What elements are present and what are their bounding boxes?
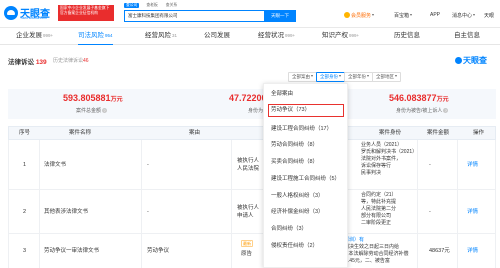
dropdown-item-labor-dispute[interactable]: 劳动争议（73） xyxy=(271,106,310,114)
scope-tab-relation[interactable]: 查关系 xyxy=(165,3,178,8)
filter-case-cause[interactable]: 全部案由 xyxy=(288,72,317,82)
tab-intellectual-property[interactable]: 知识产权999+ xyxy=(322,28,359,45)
table-header: 序号 案件名称 案由 案件身份 案件金额 操作 xyxy=(8,126,496,140)
tab-enterprise-development[interactable]: 企业发展999+ xyxy=(16,28,53,45)
chevron-down-icon xyxy=(339,75,341,77)
scope-tab-boss[interactable]: 查老板 xyxy=(145,3,158,8)
case-snippet: 业务人员（2021） 罗氏和解判决书（2021） 法院对外书案件， 诉讼保存等行… xyxy=(361,142,418,176)
filter-identity[interactable]: 全部身份 xyxy=(316,72,345,82)
tab-company-development[interactable]: 公司发展 xyxy=(204,28,231,45)
historical-lawsuit-link[interactable]: 历史法律诉讼46 xyxy=(53,57,89,64)
tab-history[interactable]: 历史信息 xyxy=(394,28,421,45)
help-icon[interactable]: ? xyxy=(102,108,108,113)
brand-watermark: 天眼查 xyxy=(455,55,487,66)
table-row: 3 劳动争议一审法律文书 劳动争议 最新 原告 晨公司（深圳）有 公司于本判决生… xyxy=(8,234,496,268)
tab-self-info[interactable]: 自主信息 xyxy=(454,28,481,45)
dropdown-item-contract[interactable]: 合同纠纷（3） xyxy=(271,225,307,233)
search-scope-tabs: 查公司 查老板 查关系 xyxy=(124,3,178,8)
col-amount: 案件金额 xyxy=(427,130,450,136)
table-row: 2 其他表涉法律文书 - 被执行人 申请人 合同约定（21） 等，特此补充提 人… xyxy=(8,190,496,234)
detail-link[interactable]: 详情 xyxy=(467,247,478,255)
help-icon[interactable]: ? xyxy=(443,108,449,113)
col-index: 序号 xyxy=(19,130,31,136)
category-tabs: 企业发展999+ 司法风险954 经营风险31 公司发展 经营状况999+ 知识… xyxy=(0,28,500,45)
case-snippet: 合同约定（21） 等，特此补充提 人民法院第二分 部分有限公司 二审阶段更正 xyxy=(361,192,397,226)
app-link[interactable]: APP xyxy=(430,12,440,18)
party-role: 被执行人 xyxy=(237,158,260,164)
dropdown-item-tort-liability[interactable]: 侵权责任纠纷（2） xyxy=(271,242,318,250)
dropdown-item-construction-contract[interactable]: 建设工程合同纠纷（17） xyxy=(271,125,332,133)
filter-region[interactable]: 全部地区 xyxy=(372,72,401,82)
table-row: 1 法律文书 - 被执行人 人民法院 业务人员（2021） 罗氏和解判决书（20… xyxy=(8,140,496,190)
section-title: 法律诉讼 139 xyxy=(8,59,47,66)
chevron-down-icon xyxy=(395,75,397,77)
cert-line-2: 官方备案企业征信机构 xyxy=(60,11,98,15)
defendant-amount-value: 546.083877万元 xyxy=(389,93,449,103)
tab-operating-risk[interactable]: 经营风险31 xyxy=(145,28,177,45)
tab-operating-status[interactable]: 经营状况999+ xyxy=(258,28,295,45)
user-menu[interactable]: 天眼 xyxy=(484,12,494,19)
col-cause: 案由 xyxy=(189,130,201,136)
case-amount: - xyxy=(429,209,431,215)
logo-domain: TianYanCha.com xyxy=(20,16,47,20)
chevron-down-icon xyxy=(311,75,313,77)
dropdown-item-construction-work-contract[interactable]: 建设工程施工合同纠纷（5） xyxy=(271,175,340,183)
status-badge: 最新 xyxy=(241,240,253,247)
chevron-down-icon xyxy=(410,14,413,16)
message-center-link[interactable]: 消息中心 xyxy=(452,12,476,19)
case-cause: 劳动争议 xyxy=(147,248,170,254)
case-amount: - xyxy=(429,162,431,168)
search-button[interactable]: 天眼一下 xyxy=(264,10,296,22)
total-amount-value: 593.805881万元 xyxy=(63,93,123,103)
col-operation: 操作 xyxy=(473,130,485,136)
tab-judicial-risk[interactable]: 司法风险954 xyxy=(78,28,113,45)
logo-eye-icon xyxy=(4,6,18,20)
party-role: 被执行人 xyxy=(237,205,260,211)
dropdown-item-labor-contract[interactable]: 劳动合同纠纷（8） xyxy=(271,141,318,149)
dropdown-item-sales-contract[interactable]: 买卖合同纠纷（8） xyxy=(271,158,318,166)
search-input[interactable]: 富士康科技集团有限公司 xyxy=(124,10,264,22)
chevron-down-icon xyxy=(367,75,369,77)
detail-link[interactable]: 详情 xyxy=(467,208,478,216)
party-detail: 人民法院 xyxy=(237,166,260,172)
certification-badge: 国家中小企业发展子基金旗下 官方备案企业征信机构 xyxy=(58,5,114,21)
logo-eye-icon xyxy=(455,57,462,64)
col-identity: 案件身份 xyxy=(379,130,402,136)
case-cause-dropdown: 全部案由 劳动争议（73） 建设工程合同纠纷（17） 劳动合同纠纷（8） 买卖合… xyxy=(263,83,348,268)
case-cause: - xyxy=(147,162,149,168)
case-title-link[interactable]: 法律文书 xyxy=(44,161,66,169)
row-index: 3 xyxy=(23,248,27,254)
dropdown-item-all[interactable]: 全部案由 xyxy=(271,90,293,98)
defendant-amount-label: 身份为被告/被上诉人? xyxy=(396,108,449,114)
total-amount-label: 案件总金额? xyxy=(76,108,108,114)
case-title-link[interactable]: 劳动争议一审法律文书 xyxy=(44,247,99,255)
case-title-link[interactable]: 其他表涉法律文书 xyxy=(44,208,88,216)
case-cause: - xyxy=(147,209,149,215)
scope-tab-company[interactable]: 查公司 xyxy=(124,3,140,8)
chevron-down-icon xyxy=(473,14,476,16)
col-case-name: 案件名称 xyxy=(69,130,92,136)
dropdown-item-personality-rights[interactable]: 一般人格权纠纷（3） xyxy=(271,192,324,200)
chevron-down-icon xyxy=(372,14,375,16)
party-role: 原告 xyxy=(241,251,253,257)
row-index: 1 xyxy=(23,162,27,168)
case-amount: 48637元 xyxy=(429,248,450,254)
site-logo[interactable]: 天眼查 TianYanCha.com xyxy=(4,5,50,23)
top-header: 天眼查 TianYanCha.com 国家中小企业发展子基金旗下 官方备案企业征… xyxy=(0,0,500,27)
vip-service-link[interactable]: 会员服务 xyxy=(344,12,375,19)
detail-link[interactable]: 详情 xyxy=(467,161,478,169)
party-detail: 申请人 xyxy=(237,213,254,219)
row-index: 2 xyxy=(23,209,27,215)
crown-icon xyxy=(344,12,350,18)
filter-year[interactable]: 全部年份 xyxy=(344,72,373,82)
toolbox-link[interactable]: 百宝箱 xyxy=(394,12,413,19)
dropdown-item-economic-compensation[interactable]: 经济补偿金纠纷（3） xyxy=(271,208,324,216)
amount-summary: 593.805881万元 案件总金额? 47.722004万元 身份为原告的案件… xyxy=(8,89,496,119)
